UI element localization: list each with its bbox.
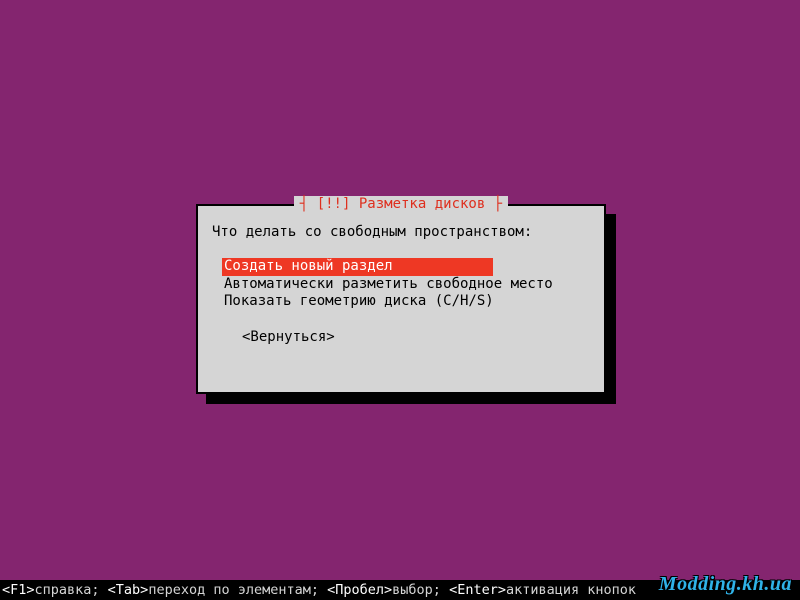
key-tab: <Tab> (108, 582, 149, 598)
option-show-geometry[interactable]: Показать геометрию диска (C/H/S) (222, 293, 496, 309)
dialog-title: ┤ [!!] Разметка дисков ├ (294, 196, 508, 212)
label-tab: переход по элементам; (148, 582, 327, 598)
partition-dialog: ┤ [!!] Разметка дисков ├ Что делать со с… (196, 204, 606, 394)
dialog-title-text: Разметка дисков (359, 196, 485, 212)
key-f1: <F1> (2, 582, 35, 598)
option-create-partition[interactable]: Создать новый раздел (222, 258, 493, 276)
label-space: выбор; (392, 582, 449, 598)
label-f1: справка; (35, 582, 108, 598)
dialog-title-prefix: [!!] (317, 196, 351, 212)
dialog-prompt: Что делать со свободным пространством: (212, 224, 590, 240)
label-enter: активация кнопок (506, 582, 636, 598)
back-button[interactable]: <Вернуться> (242, 329, 590, 345)
option-auto-partition[interactable]: Автоматически разметить свободное место (222, 276, 555, 292)
dialog-title-wrap: ┤ [!!] Разметка дисков ├ (198, 196, 604, 212)
watermark: Modding.kh.ua (659, 573, 792, 596)
key-space: <Пробел> (327, 582, 392, 598)
dialog-content: Что делать со свободным пространством: С… (198, 206, 604, 355)
key-enter: <Enter> (449, 582, 506, 598)
